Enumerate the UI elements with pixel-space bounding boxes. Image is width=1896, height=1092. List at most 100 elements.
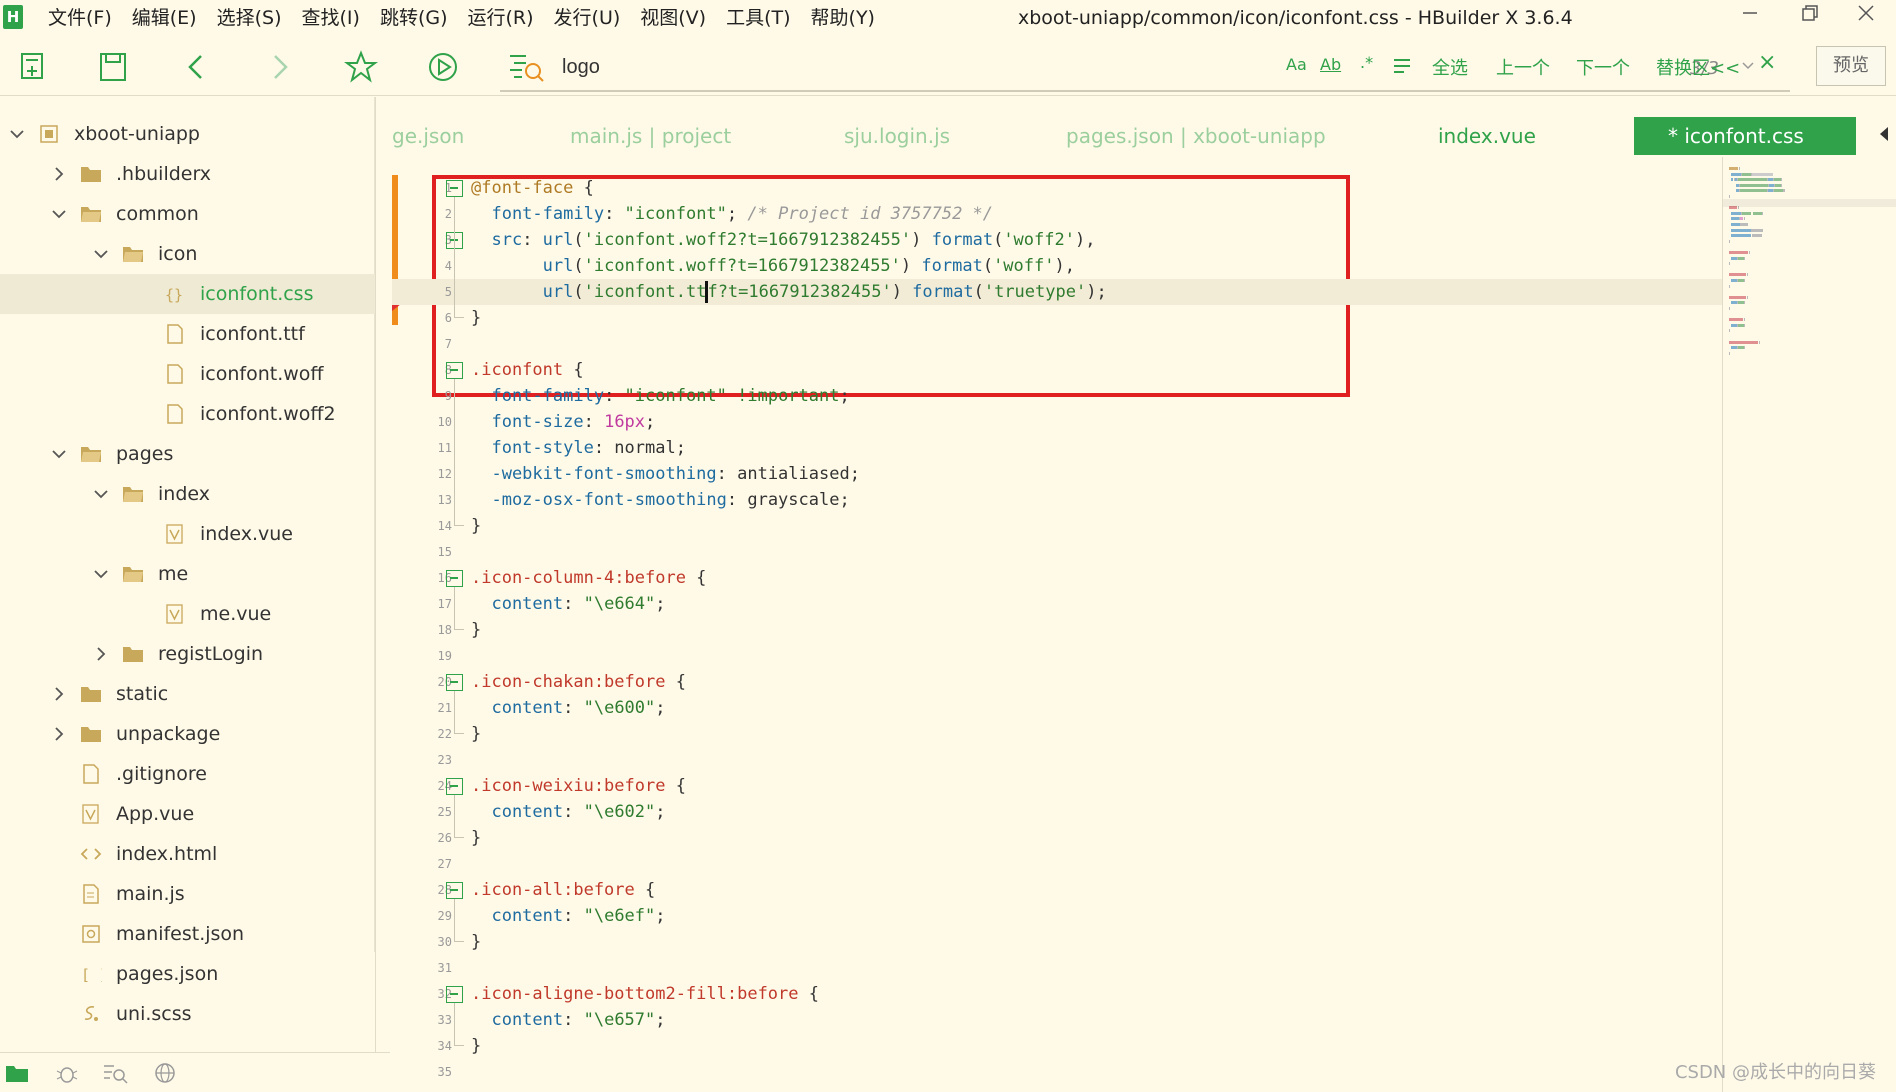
code-line[interactable]: 8 .iconfont { [392, 357, 1722, 383]
tree-item-manifest-json[interactable]: manifest.json [0, 914, 375, 954]
tree-item-iconfont-css[interactable]: {} iconfont.css [0, 274, 375, 314]
fold-collapse-icon[interactable] [446, 778, 463, 795]
code-line[interactable]: 32 .icon-aligne-bottom2-fill:before { [392, 981, 1722, 1007]
restore-icon[interactable] [1780, 0, 1840, 36]
previous-match-button[interactable]: 上一个 [1496, 54, 1550, 80]
run-icon[interactable] [426, 50, 462, 84]
chevron-down-icon[interactable] [48, 443, 70, 465]
find-input[interactable] [562, 50, 1062, 84]
code-line[interactable]: 30} [392, 929, 1722, 955]
tree-item-uni-scss[interactable]: uni.scss [0, 994, 375, 1034]
menu-item[interactable]: 发行(U) [544, 0, 631, 36]
select-all-matches-button[interactable]: 全选 [1432, 54, 1468, 80]
debug-bug-icon[interactable] [54, 1061, 80, 1085]
tab-iconfont-css[interactable]: * iconfont.css [1634, 117, 1856, 155]
minimize-icon[interactable] [1720, 0, 1780, 36]
code-line[interactable]: 34} [392, 1033, 1722, 1059]
preview-button[interactable]: 预览 [1816, 46, 1886, 86]
minimap[interactable] [1722, 157, 1896, 1092]
code-line[interactable]: 15 [392, 539, 1722, 565]
tree-item-common[interactable]: common [0, 194, 375, 234]
code-line[interactable]: 11 font-style: normal; [392, 435, 1722, 461]
find-history-chevron-icon[interactable] [1740, 58, 1756, 78]
code-line[interactable]: 3 src: url('iconfont.woff2?t=16679123824… [392, 227, 1722, 253]
tab-scroll-left-icon[interactable] [1880, 127, 1888, 141]
match-case-toggle[interactable]: Aa [1286, 55, 1307, 74]
tree-item-me[interactable]: me [0, 554, 375, 594]
tree-item-index-vue[interactable]: index.vue [0, 514, 375, 554]
code-line[interactable]: 27 [392, 851, 1722, 877]
menu-item[interactable]: 帮助(Y) [801, 0, 885, 36]
fold-collapse-icon[interactable] [446, 882, 463, 899]
tree-item-app-vue[interactable]: App.vue [0, 794, 375, 834]
code-line[interactable]: 35 [392, 1059, 1722, 1085]
tree-item-iconfont-woff2[interactable]: iconfont.woff2 [0, 394, 375, 434]
code-line[interactable]: 2 font-family: "iconfont"; /* Project id… [392, 201, 1722, 227]
fold-collapse-icon[interactable] [446, 180, 463, 197]
code-line[interactable]: 25 content: "\e602"; [392, 799, 1722, 825]
tree-item-icon[interactable]: icon [0, 234, 375, 274]
replace-toggle-button[interactable]: 替换区<< [1656, 54, 1740, 80]
search-files-icon[interactable] [102, 1061, 128, 1085]
code-line[interactable]: 19 [392, 643, 1722, 669]
code-line[interactable]: 12 -webkit-font-smoothing: antialiased; [392, 461, 1722, 487]
code-line[interactable]: 14} [392, 513, 1722, 539]
code-line[interactable]: 13 -moz-osx-font-smoothing: grayscale; [392, 487, 1722, 513]
fold-collapse-icon[interactable] [446, 362, 463, 379]
menu-item[interactable]: 文件(F) [38, 0, 122, 36]
save-icon[interactable] [96, 50, 132, 84]
menu-item[interactable]: 跳转(G) [370, 0, 458, 36]
back-icon[interactable] [180, 50, 216, 84]
chevron-right-icon[interactable] [48, 683, 70, 705]
chevron-down-icon[interactable] [90, 243, 112, 265]
tree-item-index[interactable]: index [0, 474, 375, 514]
code-line[interactable]: 23 [392, 747, 1722, 773]
forward-icon[interactable] [262, 50, 298, 84]
code-line[interactable]: 5 url('iconfont.ttf?t=1667912382455') fo… [392, 279, 1722, 305]
regex-toggle[interactable]: .* [1360, 53, 1373, 72]
tree-item-pages[interactable]: pages [0, 434, 375, 474]
code-line[interactable]: 24 .icon-weixiu:before { [392, 773, 1722, 799]
menu-item[interactable]: 查找(I) [292, 0, 370, 36]
whole-word-toggle[interactable]: Ab [1320, 55, 1341, 74]
next-match-button[interactable]: 下一个 [1576, 54, 1630, 80]
code-line[interactable]: 7 [392, 331, 1722, 357]
tree-item-me-vue[interactable]: me.vue [0, 594, 375, 634]
code-line[interactable]: 16 .icon-column-4:before { [392, 565, 1722, 591]
tree-item-gitignore[interactable]: .gitignore [0, 754, 375, 794]
tree-item-xboot-uniapp[interactable]: xboot-uniapp [0, 114, 375, 154]
fold-collapse-icon[interactable] [446, 570, 463, 587]
tree-item-hbuilderx[interactable]: .hbuilderx [0, 154, 375, 194]
code-line[interactable]: 31 [392, 955, 1722, 981]
code-line[interactable]: 9 font-family: "iconfont" !important; [392, 383, 1722, 409]
code-line[interactable]: 6} [392, 305, 1722, 331]
tree-item-unpackage[interactable]: unpackage [0, 714, 375, 754]
chevron-down-icon[interactable] [90, 483, 112, 505]
tree-item-registlogin[interactable]: registLogin [0, 634, 375, 674]
chevron-down-icon[interactable] [90, 563, 112, 585]
tree-item-iconfont-woff[interactable]: iconfont.woff [0, 354, 375, 394]
tree-item-iconfont-ttf[interactable]: iconfont.ttf [0, 314, 375, 354]
new-file-icon[interactable] [16, 50, 52, 84]
code-line[interactable]: 22} [392, 721, 1722, 747]
code-line[interactable]: 21 content: "\e600"; [392, 695, 1722, 721]
code-line[interactable]: 20 .icon-chakan:before { [392, 669, 1722, 695]
chevron-down-icon[interactable] [48, 203, 70, 225]
menu-item[interactable]: 运行(R) [458, 0, 544, 36]
find-in-file-icon[interactable] [508, 50, 546, 88]
close-window-icon[interactable] [1836, 0, 1896, 36]
code-line[interactable]: 18} [392, 617, 1722, 643]
tree-item-static[interactable]: static [0, 674, 375, 714]
code-line[interactable]: 17 content: "\e664"; [392, 591, 1722, 617]
minimap-viewport[interactable] [1723, 199, 1896, 207]
wrap-lines-icon[interactable] [1392, 56, 1412, 80]
chevron-right-icon[interactable] [90, 643, 112, 665]
code-line[interactable]: 28 .icon-all:before { [392, 877, 1722, 903]
code-editor[interactable]: 1 @font-face {2 font-family: "iconfont"; … [392, 157, 1722, 1092]
tab-main-js-project[interactable]: main.js | project [570, 117, 731, 155]
code-line[interactable]: 29 content: "\e6ef"; [392, 903, 1722, 929]
tree-item-index-html[interactable]: index.html [0, 834, 375, 874]
tab-index-vue[interactable]: index.vue [1438, 117, 1536, 155]
favorite-star-icon[interactable] [344, 50, 380, 84]
code-line[interactable]: 33 content: "\e657"; [392, 1007, 1722, 1033]
